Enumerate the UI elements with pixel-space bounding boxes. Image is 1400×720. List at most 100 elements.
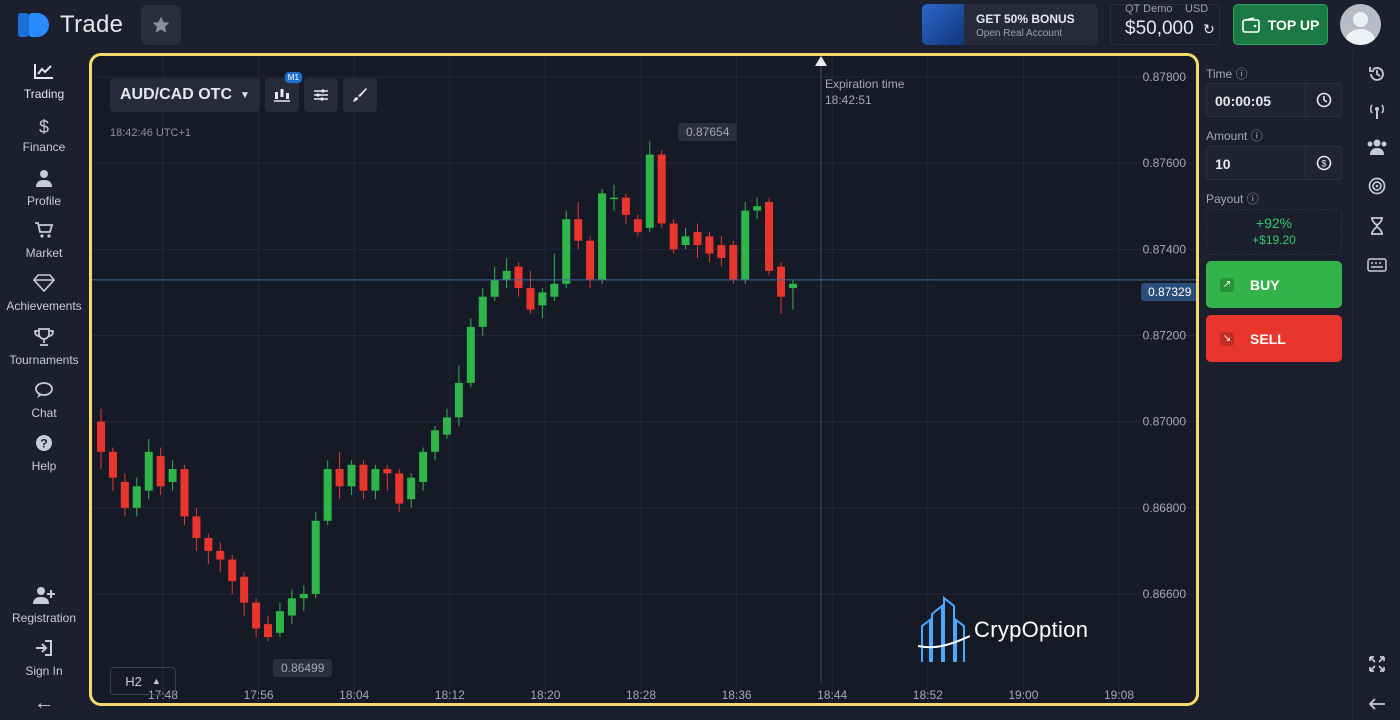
chart-area[interactable]: 0.87800 0.87600 0.87400 0.87200 0.87000 0.868… (89, 53, 1199, 706)
sidebar-item-profile[interactable]: Profile (0, 169, 88, 219)
amount-value: 10 (1215, 156, 1231, 172)
bonus-banner[interactable]: GET 50% BONUS Open Real Account (922, 4, 1098, 45)
fullscreen-icon[interactable] (1365, 652, 1389, 676)
payout-amount: +$19.20 (1252, 233, 1296, 247)
avatar[interactable] (1340, 4, 1381, 45)
sidebar-item-trading[interactable]: Trading (0, 62, 88, 112)
candle-body (562, 219, 571, 284)
signal-icon[interactable] (1365, 99, 1389, 123)
info-icon[interactable]: ⓘ (1236, 67, 1248, 81)
payout-display: +92% +$19.20 (1206, 209, 1342, 255)
info-icon[interactable]: ⓘ (1251, 129, 1263, 143)
clock-icon[interactable] (1305, 84, 1341, 116)
candle-body (466, 326, 475, 383)
amount-field[interactable]: 10 $ (1206, 146, 1342, 180)
low-price-label: 0.86499 (273, 659, 333, 677)
indicators-button[interactable] (303, 78, 338, 112)
star-icon (152, 16, 170, 33)
candle-body (621, 197, 630, 215)
candle-body (132, 486, 141, 508)
svg-text:$: $ (1321, 159, 1326, 169)
collapse-sidebar-icon[interactable]: ← (34, 692, 54, 715)
payout-label: Payout ⓘ (1206, 190, 1259, 207)
drawing-tools-button[interactable] (342, 78, 377, 112)
chart-type-button[interactable]: M1 (264, 72, 302, 112)
keyboard-icon[interactable] (1365, 253, 1389, 277)
candle-body (371, 469, 380, 491)
watermark-logo: CrypOption (918, 596, 1088, 664)
x-tick-label: 18:52 (913, 688, 943, 702)
balance-widget[interactable]: QT Demo USD $50,000 ↻ (1110, 3, 1220, 45)
trading-app: Trade GET 50% BONUS Open Real Account QT… (0, 0, 1400, 720)
sidebar-item-registration[interactable]: Registration (0, 586, 88, 636)
sidebar-item-finance[interactable]: $ Finance (0, 115, 88, 165)
sidebar-item-chat[interactable]: Chat (0, 381, 88, 431)
candle-body (97, 421, 105, 452)
watermark-text: CrypOption (974, 617, 1089, 642)
hourglass-icon[interactable] (1365, 214, 1389, 238)
candle-body (502, 270, 511, 280)
right-rail (1352, 52, 1400, 720)
wallet-icon (1241, 16, 1260, 33)
currency-icon[interactable]: $ (1305, 147, 1341, 179)
sidebar-item-help[interactable]: ? Help (0, 434, 88, 484)
candle-body (586, 240, 595, 280)
x-tick-label: 18:44 (817, 688, 847, 702)
candle-body (777, 266, 786, 297)
candle-body (168, 469, 177, 482)
refresh-icon[interactable]: ↻ (1203, 21, 1215, 38)
candle-body (407, 477, 416, 500)
candle-body (657, 154, 666, 224)
candle-body (192, 516, 201, 538)
logo[interactable]: Trade (18, 10, 123, 40)
candle-body (693, 232, 702, 246)
x-tick-label: 19:08 (1104, 688, 1134, 702)
gift-icon (922, 4, 964, 45)
candle-body (538, 292, 547, 306)
sidebar-item-achievements[interactable]: Achievements (0, 274, 88, 324)
period-value: H2 (125, 673, 142, 689)
current-price-label: 0.87329 (1141, 283, 1196, 301)
info-icon[interactable]: ⓘ (1247, 192, 1259, 206)
sell-label: SELL (1250, 330, 1286, 347)
help-icon: ? (0, 434, 88, 458)
candle-body (216, 550, 225, 560)
candle-body (240, 576, 249, 603)
x-tick-label: 18:36 (722, 688, 752, 702)
period-selector[interactable]: H2 ▲ (110, 667, 176, 695)
bonus-title: GET 50% BONUS (976, 12, 1075, 26)
favorite-button[interactable] (141, 5, 181, 45)
candle-body (419, 451, 428, 482)
user-icon (0, 169, 88, 193)
users-icon[interactable] (1365, 135, 1389, 159)
candle-body (705, 236, 714, 254)
y-tick-label: 0.87000 (1143, 415, 1187, 429)
sell-button[interactable]: ↘ SELL (1206, 315, 1342, 362)
candles-icon (273, 89, 290, 102)
candle-body (669, 223, 678, 250)
user-plus-icon (0, 586, 88, 610)
top-up-button[interactable]: TOP UP (1233, 4, 1328, 45)
time-field[interactable]: 00:00:05 (1206, 83, 1342, 117)
svg-text:?: ? (40, 437, 47, 451)
cart-icon (0, 221, 88, 245)
candle-body (359, 464, 368, 491)
sidebar-item-sign-in[interactable]: Sign In (0, 639, 88, 689)
buy-button[interactable]: ↗ BUY (1206, 261, 1342, 308)
candle-body (144, 451, 153, 491)
sidebar-item-market[interactable]: Market (0, 221, 88, 271)
sidebar-item-tournaments[interactable]: Tournaments (0, 328, 88, 378)
candle-body (645, 154, 654, 228)
candle-body (514, 266, 523, 289)
timeframe-badge: M1 (284, 72, 302, 83)
candle-body (108, 451, 117, 478)
target-icon[interactable] (1365, 174, 1389, 198)
logo-mark-icon (18, 10, 54, 40)
history-icon[interactable] (1365, 62, 1389, 86)
y-tick-label: 0.87400 (1143, 242, 1187, 256)
trophy-icon (0, 328, 88, 352)
x-tick-label: 18:12 (435, 688, 465, 702)
collapse-panel-icon[interactable] (1365, 692, 1389, 716)
sidebar-item-label: Market (25, 246, 63, 260)
asset-selector[interactable]: AUD/CAD OTC ▼ (110, 78, 260, 112)
